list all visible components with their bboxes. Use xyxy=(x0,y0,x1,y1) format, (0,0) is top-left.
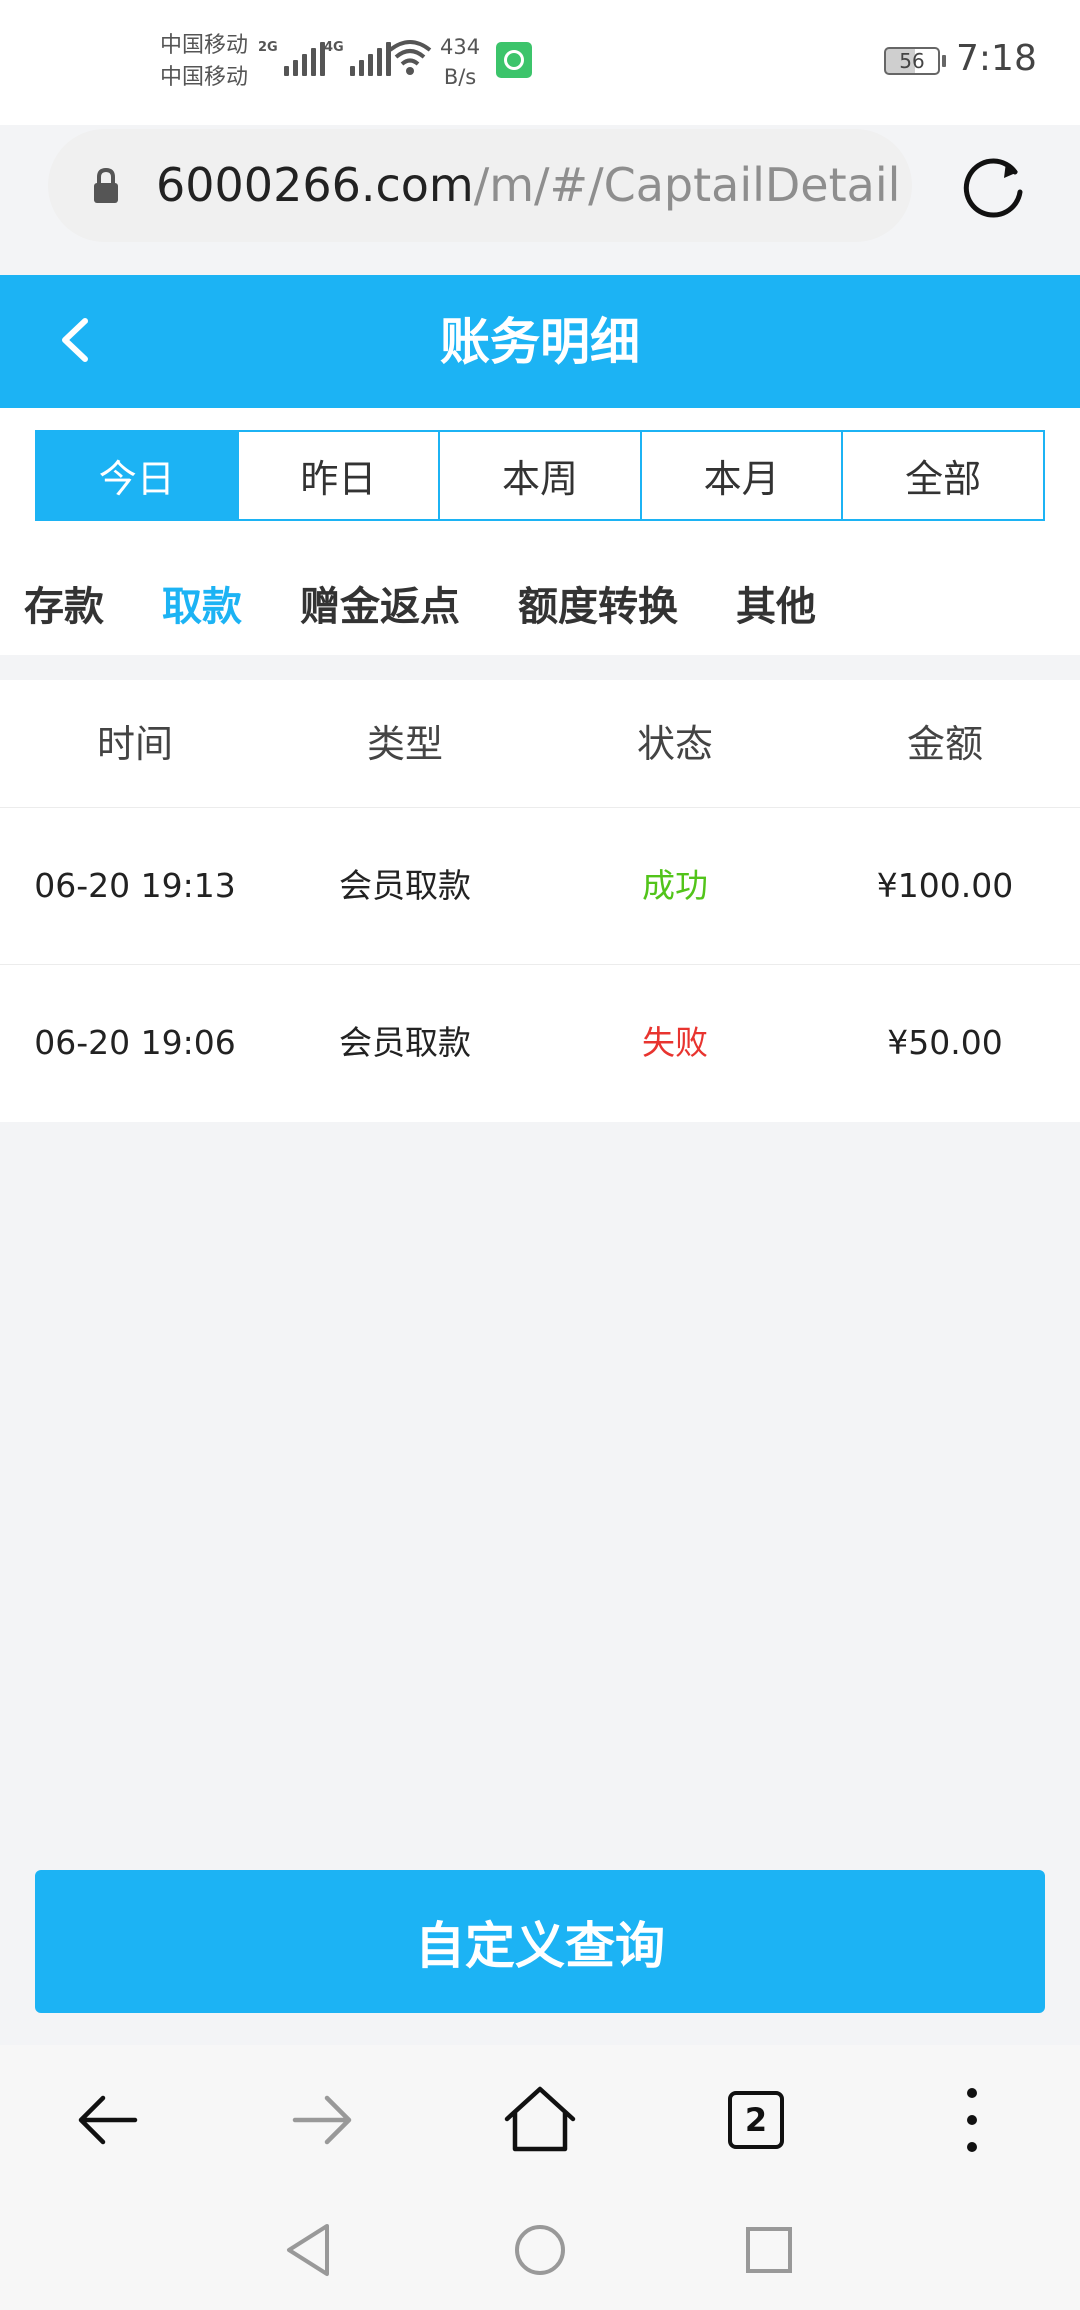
nav-home-button[interactable] xyxy=(505,2215,575,2285)
network-speed: 434 B/s xyxy=(440,32,480,92)
square-recents-icon xyxy=(746,2227,792,2273)
tab-today[interactable]: 今日 xyxy=(37,432,239,519)
net-speed-unit: B/s xyxy=(443,65,477,89)
wifi-icon xyxy=(388,40,432,75)
clock: 7:18 xyxy=(956,38,1037,79)
browser-tabs-button[interactable]: 2 xyxy=(711,2075,801,2165)
table-header: 时间 类型 状态 金额 xyxy=(0,680,1080,808)
lock-icon xyxy=(94,167,118,203)
url-path: /m/#/CaptailDetail xyxy=(473,158,901,212)
row-type: 会员取款 xyxy=(339,1023,471,1062)
row-amount: ¥50.00 xyxy=(887,1023,1003,1062)
carrier-labels: 中国移动 中国移动 xyxy=(160,30,248,94)
status-badge: 失败 xyxy=(642,1023,708,1062)
table-row[interactable]: 06-20 19:06 会员取款 失败 ¥50.00 xyxy=(0,965,1080,1122)
custom-query-button[interactable]: 自定义查询 xyxy=(35,1870,1045,2013)
category-other[interactable]: 其他 xyxy=(736,579,816,635)
browser-back-button[interactable] xyxy=(62,2075,152,2165)
browser-toolbar: 2 xyxy=(0,2045,1080,2195)
status-bar: 中国移动 中国移动 2G 4G 434 B/s 56 7:18 xyxy=(0,0,1080,125)
signal-sim1-icon: 2G xyxy=(258,40,325,76)
status-badge: 成功 xyxy=(642,866,708,905)
address-bar[interactable]: 6000266.com/m/#/CaptailDetail xyxy=(48,129,912,242)
category-withdraw[interactable]: 取款 xyxy=(162,579,242,635)
browser-forward-button[interactable] xyxy=(278,2075,368,2165)
browser-home-button[interactable] xyxy=(495,2075,585,2165)
triangle-back-icon xyxy=(287,2224,329,2276)
row-type: 会员取款 xyxy=(339,866,471,905)
category-deposit[interactable]: 存款 xyxy=(24,579,104,635)
circle-home-icon xyxy=(515,2225,565,2275)
carrier-1: 中国移动 xyxy=(160,33,249,58)
date-range-tabs: 今日 昨日 本周 本月 全部 xyxy=(0,408,1080,553)
sim1-network-label: 2G xyxy=(258,40,278,55)
home-icon xyxy=(504,2086,576,2152)
page-header: 账务明细 xyxy=(0,275,1080,408)
nav-recents-button[interactable] xyxy=(734,2215,804,2285)
signal-sim2-icon: 4G xyxy=(324,40,391,76)
nav-back-button[interactable] xyxy=(273,2215,343,2285)
more-vertical-icon xyxy=(967,2088,977,2152)
sim2-network-label: 4G xyxy=(324,40,344,55)
transactions-table: 时间 类型 状态 金额 06-20 19:13 会员取款 成功 ¥100.00 … xyxy=(0,680,1080,1122)
column-header-type: 类型 xyxy=(366,722,443,766)
category-tabs: 存款 取款 赠金返点 额度转换 其他 xyxy=(0,553,1080,655)
tab-this-month[interactable]: 本月 xyxy=(641,432,844,519)
url-host: 6000266.com xyxy=(156,158,474,212)
tab-yesterday[interactable]: 昨日 xyxy=(238,432,441,519)
browser-menu-button[interactable] xyxy=(927,2075,1017,2165)
reload-icon[interactable] xyxy=(960,152,1030,222)
battery-icon: 56 xyxy=(884,47,940,75)
arrow-left-icon xyxy=(78,2095,138,2145)
net-speed-value: 434 xyxy=(440,35,481,59)
tabs-icon: 2 xyxy=(728,2091,784,2149)
tab-all[interactable]: 全部 xyxy=(843,432,1043,519)
page-title: 账务明细 xyxy=(440,313,640,371)
url-text[interactable]: 6000266.com/m/#/CaptailDetail xyxy=(156,155,900,215)
column-header-time: 时间 xyxy=(96,722,173,766)
battery-tip xyxy=(942,55,946,67)
carrier-2: 中国移动 xyxy=(160,65,249,90)
battery-level: 56 xyxy=(899,49,925,73)
row-time: 06-20 19:13 xyxy=(34,866,236,905)
row-amount: ¥100.00 xyxy=(876,866,1014,905)
app-notification-icon xyxy=(496,42,532,78)
column-header-amount: 金额 xyxy=(906,722,983,766)
category-bonus-rebate[interactable]: 赠金返点 xyxy=(300,579,460,635)
row-time: 06-20 19:06 xyxy=(34,1023,236,1062)
tab-this-week[interactable]: 本周 xyxy=(440,432,642,519)
system-nav-bar xyxy=(0,2195,1080,2310)
arrow-right-icon xyxy=(292,2095,352,2145)
category-balance-transfer[interactable]: 额度转换 xyxy=(518,579,678,635)
column-header-status: 状态 xyxy=(636,722,713,766)
table-row[interactable]: 06-20 19:13 会员取款 成功 ¥100.00 xyxy=(0,808,1080,965)
